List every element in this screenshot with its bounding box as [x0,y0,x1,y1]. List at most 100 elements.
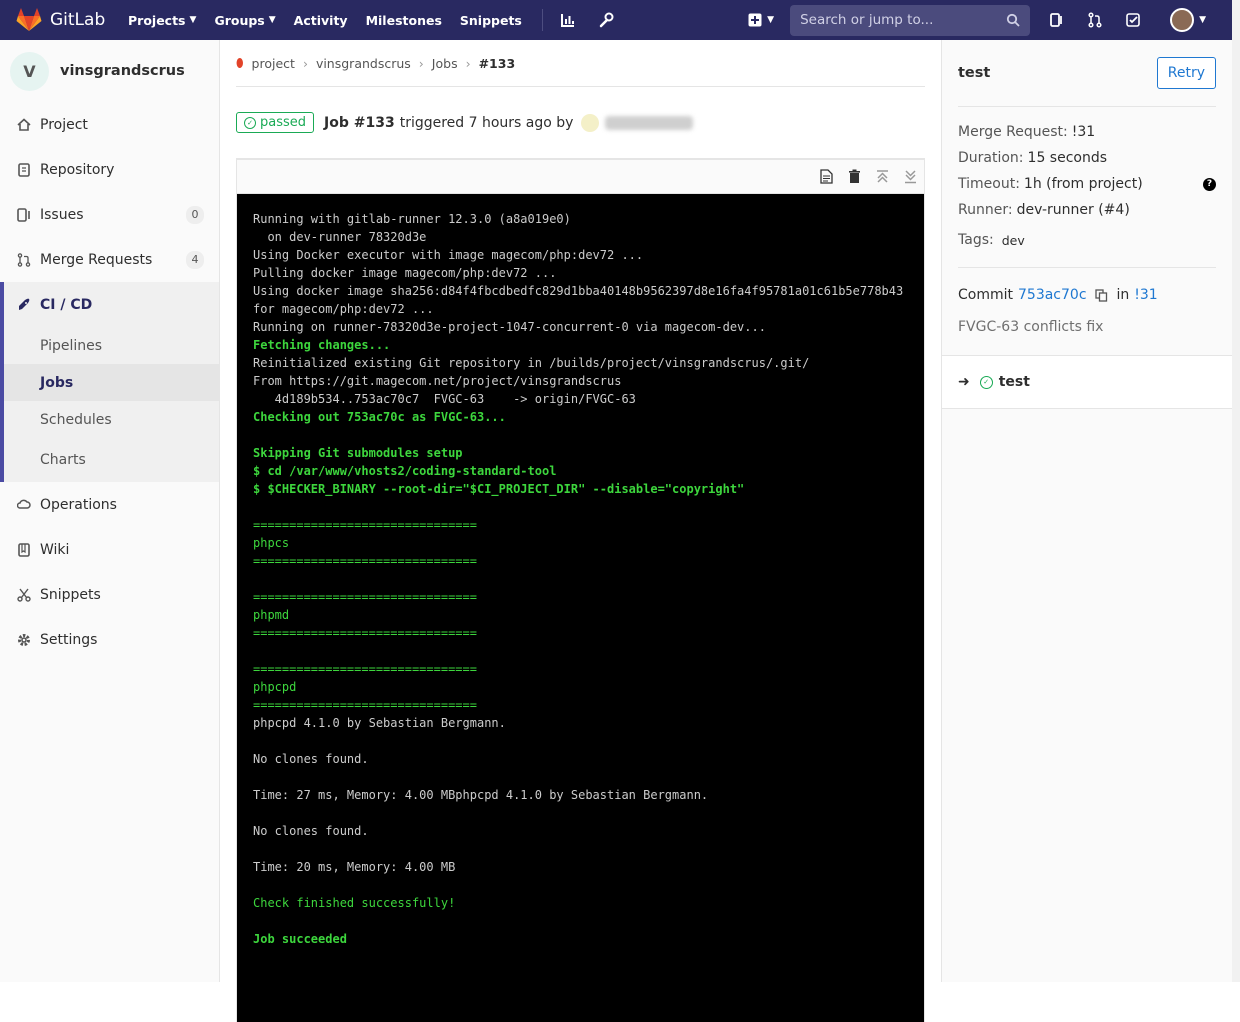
commit-row: Commit 753ac70c in !31 [958,284,1216,306]
log-line: =============================== [253,698,477,712]
duration-value: 15 seconds [1027,150,1108,166]
stage-job-item[interactable]: ➜ ✓ test [942,355,1232,409]
scissors-icon [16,587,32,603]
sidebar-item-label: Settings [40,631,98,648]
commit-mr-link[interactable]: !31 [1134,287,1157,303]
erase-log-icon[interactable] [846,169,862,185]
log-line: Reinitialized existing Git repository in… [253,356,810,370]
breadcrumb-chevron-icon: › [418,55,424,71]
copy-icon[interactable] [1095,288,1109,302]
sidebar-item-settings[interactable]: Settings [0,617,219,662]
sidebar-subitem-schedules[interactable]: Schedules [4,401,219,438]
commit-sha-link[interactable]: 753ac70c [1018,287,1087,303]
sidebar-group-cicd: CI / CD Pipelines Jobs Schedules Charts [0,282,219,482]
breadcrumb-jobs[interactable]: Jobs [432,56,458,71]
sidebar-item-merge-requests[interactable]: Merge Requests 4 [0,237,219,282]
merge-requests-count-badge: 4 [186,250,204,269]
breadcrumb: ⬮ project › vinsgrandscrus › Jobs › #133 [236,40,925,87]
sidebar-item-operations[interactable]: Operations [0,482,219,527]
sidebar-subitem-pipelines[interactable]: Pipelines [4,327,219,364]
log-line: Skipping Git submodules setup [253,446,463,460]
user-avatar [1170,8,1195,32]
gear-icon [16,632,32,648]
chevron-down-icon: ▼ [1199,15,1206,25]
log-line: phpcs [253,536,290,550]
breadcrumb-chevron-icon: › [302,55,308,71]
sidebar-item-snippets[interactable]: Snippets [0,572,219,617]
nav-groups[interactable]: Groups ▼ [214,13,275,28]
nav-activity[interactable]: Activity [294,13,348,28]
timeout-label: Timeout: [958,176,1020,192]
log-line: Using docker image sha256:d84f4fbcdbedfc… [253,284,904,298]
todos-nav-icon[interactable] [1122,9,1144,31]
help-icon[interactable]: ? [1203,177,1216,191]
log-line: =============================== [253,518,477,532]
wrench-icon[interactable] [595,9,617,31]
issues-nav-icon[interactable] [1046,9,1068,31]
runner-row: Runner: dev-runner (#4) [958,197,1216,223]
status-badge[interactable]: ✓ passed [236,112,315,133]
retry-button[interactable]: Retry [1156,57,1216,89]
log-line: $ cd /var/www/vhosts2/coding-standard-to… [253,464,557,478]
tag-badge: dev [1001,232,1025,248]
plus-square-icon [748,13,762,27]
project-sidebar: V vinsgrandscrus Project Repository Issu… [0,40,220,982]
chart-icon[interactable] [557,9,579,31]
triggerer-name-redacted[interactable] [605,115,694,130]
sidebar-item-repository[interactable]: Repository [0,147,219,192]
merge-request-link[interactable]: !31 [1072,124,1095,140]
log-line: Using Docker executor with image magecom… [253,248,644,262]
log-line: No clones found. [253,824,369,838]
top-navbar: GitLab Projects ▼ Groups ▼ Activity Milest… [0,0,1232,40]
breadcrumb-repo[interactable]: vinsgrandscrus [316,56,411,71]
status-success-icon: ✓ [979,375,993,389]
scroll-bottom-icon[interactable] [902,169,918,185]
log-line: =============================== [253,626,477,640]
sidebar-item-label: Operations [40,496,117,513]
commit-title: FVGC-63 conflicts fix [958,319,1104,335]
search-input[interactable]: Search or jump to... [790,4,1031,36]
nav-projects[interactable]: Projects ▼ [128,13,196,28]
arrow-right-icon: ➜ [958,374,970,390]
new-dropdown-button[interactable]: ▼ [748,13,774,27]
sidebar-subitem-jobs[interactable]: Jobs [4,364,219,401]
sidebar-subitem-charts[interactable]: Charts [4,438,219,482]
nav-snippets[interactable]: Snippets [460,13,522,28]
merge-requests-nav-icon[interactable] [1084,9,1106,31]
breadcrumb-current[interactable]: #133 [479,56,516,71]
issues-icon [16,207,32,223]
scroll-top-icon[interactable] [874,169,890,185]
log-toolbar [237,160,924,194]
job-triggered-text: triggered 7 hours ago by [399,114,574,131]
sidebar-item-cicd[interactable]: CI / CD [4,282,219,327]
triggerer-avatar[interactable] [581,113,600,132]
nav-groups-label: Groups [214,12,265,28]
user-menu[interactable]: ▼ [1160,8,1206,32]
merge-request-row: Merge Request: !31 [958,119,1216,145]
duration-row: Duration: 15 seconds [958,145,1216,171]
project-name: vinsgrandscrus [60,63,185,79]
raw-log-icon[interactable] [818,169,834,185]
project-header[interactable]: V vinsgrandscrus [0,40,219,102]
gitlab-home-link[interactable]: GitLab [16,8,116,32]
sidebar-item-label: Merge Requests [40,251,153,268]
gitlab-logo-icon [16,8,42,31]
nav-milestones[interactable]: Milestones [366,13,442,28]
log-line: $ $CHECKER_BINARY --root-dir="$CI_PROJEC… [253,482,745,496]
breadcrumb-project[interactable]: project [252,56,295,71]
sidebar-item-wiki[interactable]: Wiki [0,527,219,572]
log-line: Job succeeded [253,932,347,946]
log-line: Checking out 753ac70c as FVGC-63... [253,410,506,424]
log-line: Time: 27 ms, Memory: 4.00 MBphpcpd 4.1.0… [253,788,709,802]
page-scrollbar[interactable] [1232,0,1240,982]
sidebar-item-project[interactable]: Project [0,102,219,147]
merge-icon [16,252,32,268]
log-line: Running with gitlab-runner 12.3.0 (a8a01… [253,212,571,226]
sidebar-item-issues[interactable]: Issues 0 [0,192,219,237]
log-line: phpcpd 4.1.0 by Sebastian Bergmann. [253,716,506,730]
book-icon [16,542,32,558]
